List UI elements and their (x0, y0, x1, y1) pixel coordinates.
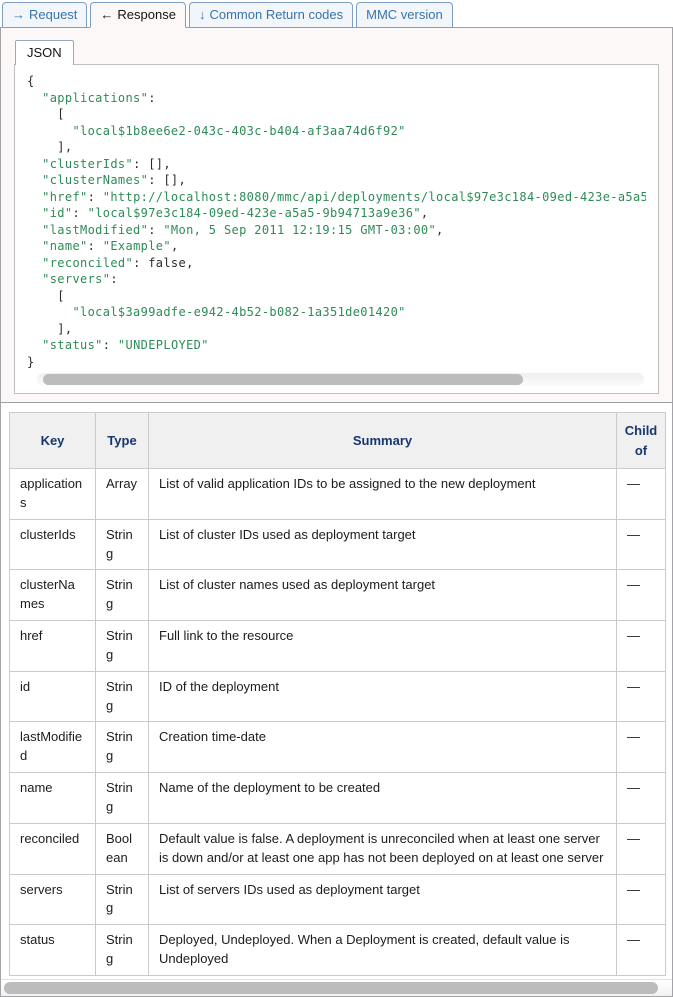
cell-child-of: — (617, 570, 666, 621)
column-header-summary: Summary (149, 413, 617, 469)
cell-key: clusterIds (10, 519, 96, 570)
table-row-applications: applications Array List of valid applica… (10, 469, 666, 520)
tab-json[interactable]: JSON (15, 40, 74, 65)
page-scrollbar-thumb[interactable] (4, 982, 658, 994)
cell-child-of: — (617, 519, 666, 570)
table-row-id: id String ID of the deployment — (10, 671, 666, 722)
tab-label: MMC version (366, 7, 443, 22)
code-scrollbar-thumb[interactable] (43, 374, 523, 385)
json-code-text: { "applications": [ "local$1b8ee6e2-043c… (27, 73, 646, 368)
cell-summary: Name of the deployment to be created (149, 773, 617, 824)
table-row-reconciled: reconciled Boolean Default value is fals… (10, 823, 666, 874)
table-row-name: name String Name of the deployment to be… (10, 773, 666, 824)
cell-summary: ID of the deployment (149, 671, 617, 722)
cell-type: String (96, 722, 149, 773)
code-horizontal-scrollbar[interactable] (37, 373, 644, 386)
tab-request[interactable]: → Request (2, 2, 87, 28)
tab-label: Response (117, 7, 176, 22)
section-tabbar: →Request ←Response ↓Common Return codes … (0, 0, 673, 28)
cell-type: Array (96, 469, 149, 520)
cell-type: String (96, 671, 149, 722)
table-row-clusternames: clusterNames String List of cluster name… (10, 570, 666, 621)
tab-label: Common Return codes (209, 7, 343, 22)
cell-summary: Full link to the resource (149, 621, 617, 672)
fields-table: Key Type Summary Child of applications A… (9, 412, 666, 976)
column-header-key: Key (10, 413, 96, 469)
table-row-servers: servers String List of servers IDs used … (10, 874, 666, 925)
cell-child-of: — (617, 874, 666, 925)
cell-key: lastModified (10, 722, 96, 773)
cell-child-of: — (617, 722, 666, 773)
cell-key: href (10, 621, 96, 672)
cell-summary: List of valid application IDs to be assi… (149, 469, 617, 520)
response-content-section: JSON { "applications": [ "local$1b8ee6e2… (0, 27, 673, 997)
page-horizontal-scrollbar[interactable] (1, 979, 672, 996)
cell-summary: List of servers IDs used as deployment t… (149, 874, 617, 925)
tab-response[interactable]: ← Response (90, 2, 186, 28)
down-arrow-icon: ↓ (199, 7, 206, 22)
tab-mmc-version[interactable]: MMC version (356, 2, 453, 28)
cell-summary: Creation time-date (149, 722, 617, 773)
table-row-clusterids: clusterIds String List of cluster IDs us… (10, 519, 666, 570)
api-doc-page: →Request ←Response ↓Common Return codes … (0, 0, 673, 997)
cell-key: status (10, 925, 96, 976)
tab-common-return-codes[interactable]: ↓Common Return codes (189, 2, 353, 28)
cell-key: name (10, 773, 96, 824)
cell-type: String (96, 519, 149, 570)
cell-child-of: — (617, 671, 666, 722)
cell-child-of: — (617, 469, 666, 520)
column-header-type: Type (96, 413, 149, 469)
cell-child-of: — (617, 823, 666, 874)
json-response-panel: JSON { "applications": [ "local$1b8ee6e2… (1, 27, 672, 403)
right-arrow-icon: → (12, 7, 25, 22)
table-row-href: href String Full link to the resource — (10, 621, 666, 672)
cell-child-of: — (617, 925, 666, 976)
json-code-block: { "applications": [ "local$1b8ee6e2-043c… (14, 64, 659, 394)
cell-type: String (96, 874, 149, 925)
cell-key: servers (10, 874, 96, 925)
cell-summary: List of cluster IDs used as deployment t… (149, 519, 617, 570)
cell-key: clusterNames (10, 570, 96, 621)
cell-type: String (96, 773, 149, 824)
cell-summary: Deployed, Undeployed. When a Deployment … (149, 925, 617, 976)
cell-key: applications (10, 469, 96, 520)
cell-summary: List of cluster names used as deployment… (149, 570, 617, 621)
cell-type: Boolean (96, 823, 149, 874)
cell-key: id (10, 671, 96, 722)
cell-child-of: — (617, 621, 666, 672)
left-arrow-icon: ← (100, 7, 113, 22)
cell-child-of: — (617, 773, 666, 824)
cell-type: String (96, 925, 149, 976)
cell-type: String (96, 570, 149, 621)
cell-summary: Default value is false. A deployment is … (149, 823, 617, 874)
cell-key: reconciled (10, 823, 96, 874)
column-header-child-of: Child of (617, 413, 666, 469)
table-header-row: Key Type Summary Child of (10, 413, 666, 469)
table-row-lastmodified: lastModified String Creation time-date — (10, 722, 666, 773)
table-row-status: status String Deployed, Undeployed. When… (10, 925, 666, 976)
tab-label: Request (29, 7, 77, 22)
cell-type: String (96, 621, 149, 672)
